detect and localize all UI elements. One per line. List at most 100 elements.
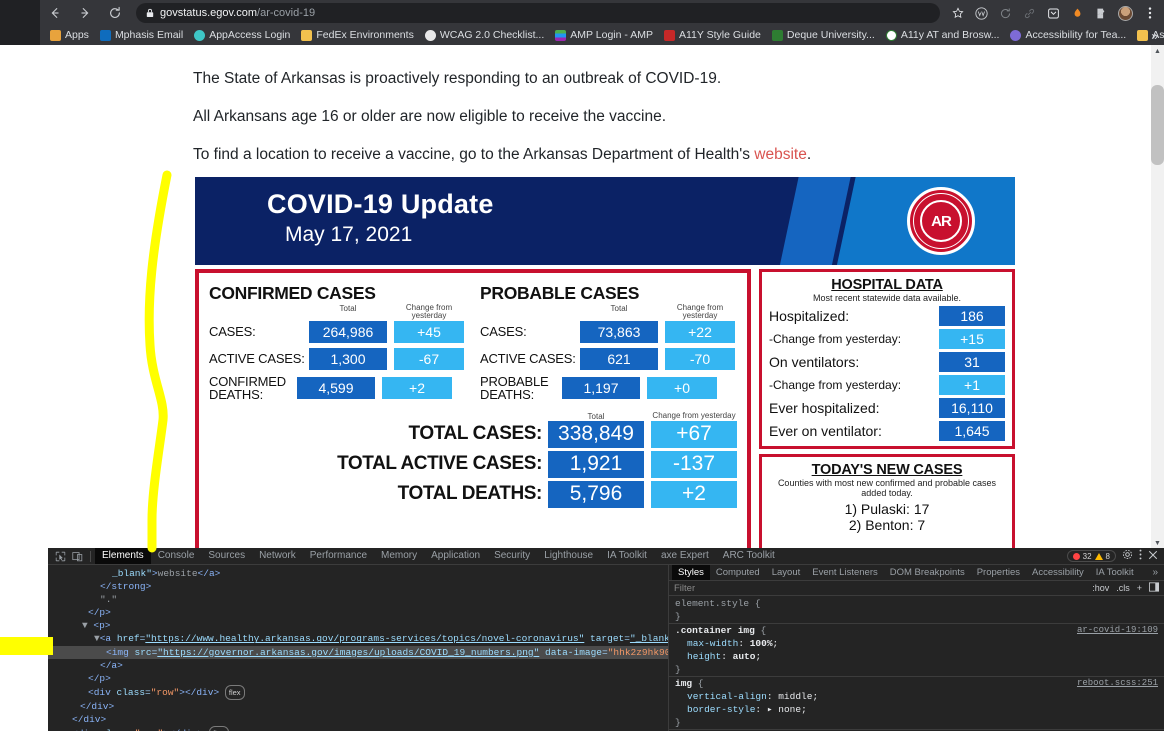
bookmark-apps[interactable]: Apps: [46, 26, 96, 45]
dom-line[interactable]: <div class="row"></div> flex: [48, 726, 668, 731]
bookmark-a11y-style-guide[interactable]: A11Y Style Guide: [660, 26, 768, 45]
css-rules-area[interactable]: element.style { } ar-covid-19:109 .conta…: [669, 596, 1164, 731]
flex-badge[interactable]: flex: [208, 726, 229, 731]
tab-lighthouse[interactable]: Lighthouse: [537, 548, 600, 564]
panel-toggle-icon[interactable]: [1149, 582, 1159, 594]
forward-arrow-icon[interactable]: [70, 0, 100, 26]
bookmark-appaccess-login[interactable]: AppAccess Login: [190, 26, 297, 45]
dom-line[interactable]: </strong>: [48, 580, 668, 593]
tab-computed[interactable]: Computed: [710, 565, 766, 580]
css-property-name[interactable]: max-width: [675, 638, 738, 649]
tab-layout[interactable]: Layout: [766, 565, 807, 580]
tab-arc-toolkit[interactable]: ARC Toolkit: [716, 548, 782, 564]
tab-axe-expert[interactable]: axe Expert: [654, 548, 716, 564]
tab-accessibility[interactable]: Accessibility: [1026, 565, 1090, 580]
dom-line-selected[interactable]: <img src="https://governor.arkansas.gov/…: [48, 645, 668, 659]
profile-avatar-icon[interactable]: [1118, 5, 1133, 21]
more-vertical-icon[interactable]: [1139, 549, 1142, 563]
tab-ia-toolkit-styles[interactable]: IA Toolkit: [1090, 565, 1140, 580]
probable-cases-column: PROBABLE CASES Total Change from yesterd…: [480, 283, 735, 406]
styles-filter-input[interactable]: Filter: [674, 583, 695, 594]
tab-ia-toolkit[interactable]: IA Toolkit: [600, 548, 654, 564]
css-property-value[interactable]: middle: [778, 691, 812, 702]
css-rule-img[interactable]: reboot.scss:251 img { vertical-align: mi…: [669, 677, 1164, 730]
tab-network[interactable]: Network: [252, 548, 303, 564]
link-icon[interactable]: [1022, 6, 1037, 21]
reload-icon[interactable]: [100, 0, 130, 26]
css-property-name[interactable]: border-style: [675, 704, 755, 715]
issue-counts[interactable]: 32 8: [1066, 550, 1116, 562]
cases-panel: CONFIRMED CASES Total Change from yester…: [195, 269, 751, 550]
bookmark-assessiblity[interactable]: Assessiblity: [1133, 26, 1164, 45]
color-drop-icon[interactable]: [1070, 6, 1085, 21]
new-style-rule-button[interactable]: +: [1137, 583, 1142, 593]
bookmark-wcag-checklist[interactable]: WCAG 2.0 Checklist...: [421, 26, 551, 45]
inspect-element-icon[interactable]: [52, 549, 69, 564]
table-row: On ventilators: 31: [769, 352, 1005, 372]
css-property-value[interactable]: ▸ none: [767, 704, 801, 715]
bookmark-amp-login[interactable]: AMP Login - AMP: [551, 26, 660, 45]
address-bar[interactable]: govstatus.egov.com/ar-covid-19: [136, 3, 940, 23]
tab-dom-breakpoints[interactable]: DOM Breakpoints: [884, 565, 971, 580]
cls-toggle[interactable]: .cls: [1116, 583, 1130, 593]
tab-event-listeners[interactable]: Event Listeners: [806, 565, 883, 580]
dom-line[interactable]: </div>: [48, 700, 668, 713]
totals-column-headers: Total Change from yesterday: [209, 411, 737, 421]
scroll-up-arrow-icon[interactable]: ▲: [1151, 45, 1164, 58]
tab-console[interactable]: Console: [151, 548, 202, 564]
css-property-value[interactable]: auto: [733, 651, 756, 662]
covid-infographic[interactable]: COVID-19 Update May 17, 2021 AR CONFIRME…: [195, 177, 1015, 550]
tab-properties[interactable]: Properties: [971, 565, 1026, 580]
bookmark-accessibility-for-teams[interactable]: Accessibility for Tea...: [1006, 26, 1133, 45]
page-scrollbar[interactable]: ▲ ▼: [1151, 45, 1164, 550]
tab-performance[interactable]: Performance: [303, 548, 374, 564]
chrome-menu-icon[interactable]: [1142, 6, 1157, 21]
css-source-link[interactable]: reboot.scss:251: [1077, 677, 1158, 690]
device-toolbar-icon[interactable]: [69, 549, 86, 564]
dom-tree-pane[interactable]: _blank">website</a> </strong> "." </p> ▼…: [48, 565, 668, 731]
tab-security[interactable]: Security: [487, 548, 537, 564]
scrollbar-thumb[interactable]: [1151, 85, 1164, 165]
css-source-link[interactable]: ar-covid-19:109: [1077, 624, 1158, 637]
styles-tabs-overflow-icon[interactable]: »: [1152, 567, 1164, 578]
bookmark-fedex-environments[interactable]: FedEx Environments: [297, 26, 420, 45]
tab-memory[interactable]: Memory: [374, 548, 424, 564]
close-icon[interactable]: [1148, 550, 1158, 563]
bookmark-a11y-at-and-browsers[interactable]: A11y AT and Brosw...: [882, 26, 1007, 45]
css-rule-element-style[interactable]: element.style { }: [669, 597, 1164, 624]
warning-count: 8: [1105, 551, 1110, 561]
dom-line[interactable]: </p>: [48, 606, 668, 619]
extensions-puzzle-icon[interactable]: [1094, 6, 1109, 21]
dom-line[interactable]: ▼ <p>: [48, 619, 668, 632]
hov-toggle[interactable]: :hov: [1092, 583, 1109, 593]
person-icon: [1010, 30, 1022, 41]
pocket-icon[interactable]: [1046, 6, 1061, 21]
bookmark-mphasis-email[interactable]: Mphasis Email: [96, 26, 190, 45]
dom-line[interactable]: <div class="row"></div> flex: [48, 684, 668, 700]
history-circle-icon[interactable]: [998, 6, 1013, 21]
bookmark-deque-university[interactable]: Deque University...: [768, 26, 882, 45]
dom-line[interactable]: ▼<a href="https://www.healthy.arkansas.g…: [48, 632, 668, 645]
css-property-name[interactable]: vertical-align: [675, 691, 767, 702]
flex-badge[interactable]: flex: [224, 684, 245, 700]
styles-filter-actions: :hov .cls +: [1092, 582, 1159, 594]
star-icon[interactable]: [950, 6, 965, 21]
row-label: CASES:: [209, 324, 256, 340]
tab-sources[interactable]: Sources: [201, 548, 252, 564]
wordpress-icon[interactable]: [974, 6, 989, 21]
dom-line[interactable]: </div>: [48, 713, 668, 726]
css-property-name[interactable]: height: [675, 651, 721, 662]
website-link[interactable]: website: [754, 146, 807, 163]
tab-elements[interactable]: Elements: [95, 548, 151, 564]
css-rule-container-img[interactable]: ar-covid-19:109 .container img { max-wid…: [669, 624, 1164, 677]
back-arrow-icon[interactable]: [40, 0, 70, 26]
dom-line[interactable]: </a>: [48, 659, 668, 672]
gear-icon[interactable]: [1122, 549, 1133, 563]
css-property-value[interactable]: 100%: [750, 638, 773, 649]
dom-line[interactable]: </p>: [48, 672, 668, 685]
bookmarks-overflow-icon[interactable]: »: [1151, 29, 1158, 43]
tab-styles[interactable]: Styles: [672, 565, 710, 580]
dom-line[interactable]: _blank">website</a>: [48, 567, 668, 580]
dom-line[interactable]: ".": [48, 593, 668, 606]
tab-application[interactable]: Application: [424, 548, 487, 564]
